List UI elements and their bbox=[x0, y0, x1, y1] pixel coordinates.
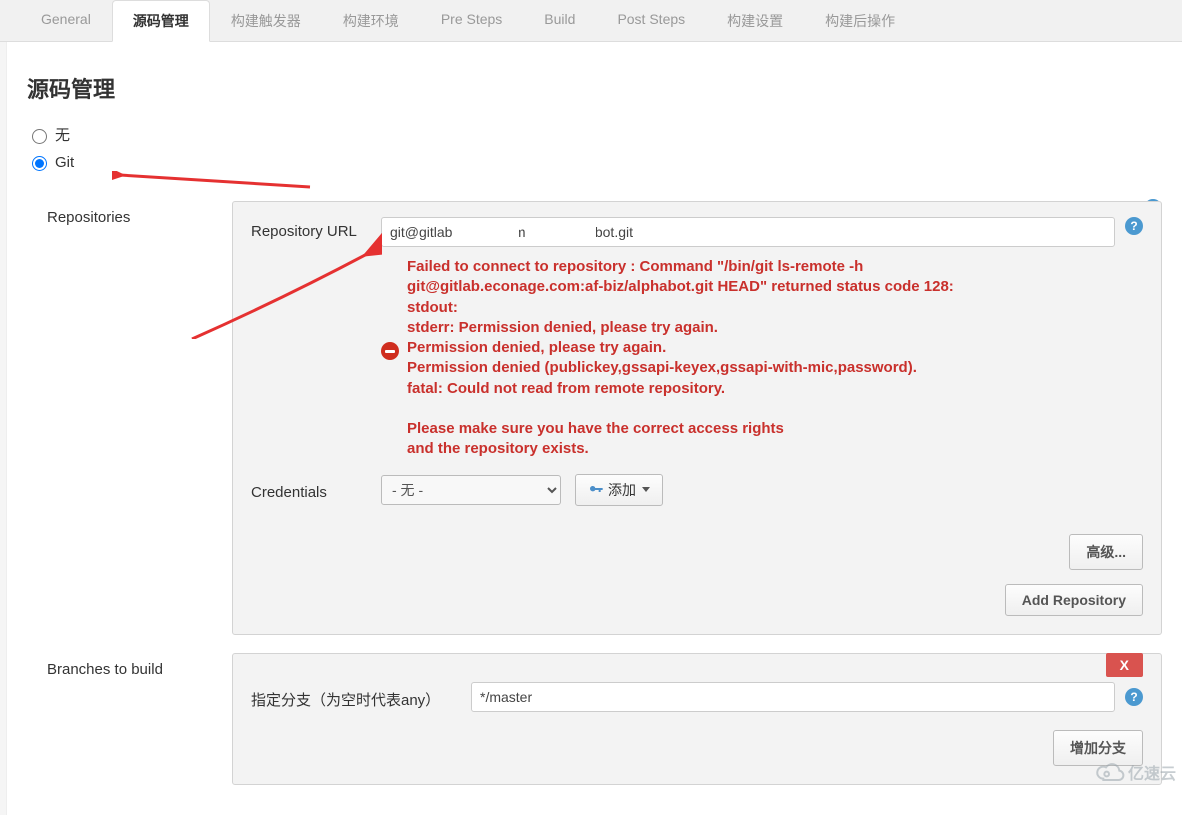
credentials-row: Credentials - 无 - 添加 bbox=[251, 474, 1143, 506]
scm-option-git[interactable]: Git bbox=[27, 153, 1162, 171]
add-credentials-button[interactable]: 添加 bbox=[575, 474, 663, 506]
add-repository-button[interactable]: Add Repository bbox=[1005, 584, 1143, 616]
redaction-mask bbox=[459, 222, 519, 244]
tab-settings[interactable]: 构建设置 bbox=[706, 0, 804, 41]
branch-spec-input[interactable] bbox=[471, 682, 1115, 712]
branch-box: X 指定分支（为空时代表any） ? 增加分支 bbox=[232, 653, 1162, 785]
repo-url-error: Failed to connect to repository : Comman… bbox=[381, 257, 1143, 460]
radio-git[interactable] bbox=[32, 156, 47, 171]
branch-spec-label: 指定分支（为空时代表any） bbox=[251, 683, 471, 710]
tab-build[interactable]: Build bbox=[523, 0, 596, 41]
key-icon bbox=[588, 482, 604, 498]
branches-label: Branches to build bbox=[27, 653, 222, 785]
repositories-block: Repositories ? Repository URL ? bbox=[27, 201, 1162, 635]
repo-url-label: Repository URL bbox=[251, 217, 381, 240]
redaction-mask bbox=[554, 222, 596, 244]
help-icon[interactable]: ? bbox=[1125, 688, 1143, 706]
config-tabs: General 源码管理 构建触发器 构建环境 Pre Steps Build … bbox=[0, 0, 1182, 42]
advanced-button[interactable]: 高级... bbox=[1069, 534, 1143, 570]
repo-url-error-text: Failed to connect to repository : Comman… bbox=[407, 257, 954, 460]
branches-block: Branches to build X 指定分支（为空时代表any） ? 增加分… bbox=[27, 653, 1162, 785]
add-credentials-label: 添加 bbox=[608, 480, 636, 500]
chevron-down-icon bbox=[642, 487, 650, 492]
tab-general[interactable]: General bbox=[20, 0, 112, 41]
repository-box: Repository URL ? Failed to connect to re… bbox=[232, 201, 1162, 635]
delete-branch-button[interactable]: X bbox=[1106, 653, 1143, 677]
credentials-select[interactable]: - 无 - bbox=[381, 475, 561, 505]
tab-poststeps[interactable]: Post Steps bbox=[596, 0, 706, 41]
tab-triggers[interactable]: 构建触发器 bbox=[210, 0, 322, 41]
add-branch-button[interactable]: 增加分支 bbox=[1053, 730, 1143, 766]
section-title: 源码管理 bbox=[27, 72, 1162, 104]
tab-scm[interactable]: 源码管理 bbox=[112, 0, 210, 42]
tab-postactions[interactable]: 构建后操作 bbox=[804, 0, 916, 41]
tab-presteps[interactable]: Pre Steps bbox=[420, 0, 523, 41]
radio-none[interactable] bbox=[32, 129, 47, 144]
annotation-arrow-git bbox=[112, 171, 312, 191]
credentials-label: Credentials bbox=[251, 478, 381, 501]
tab-env[interactable]: 构建环境 bbox=[322, 0, 420, 41]
scm-option-none[interactable]: 无 bbox=[27, 124, 1162, 145]
repositories-label: Repositories bbox=[27, 201, 222, 635]
error-icon bbox=[381, 342, 399, 360]
radio-git-label: Git bbox=[55, 154, 74, 171]
radio-none-label: 无 bbox=[55, 124, 70, 145]
help-icon[interactable]: ? bbox=[1125, 217, 1143, 235]
scm-section: 源码管理 无 Git Repositories ? Repository URL bbox=[6, 42, 1182, 815]
repo-url-row: Repository URL ? bbox=[251, 217, 1143, 247]
branch-spec-row: 指定分支（为空时代表any） ? bbox=[251, 682, 1143, 712]
